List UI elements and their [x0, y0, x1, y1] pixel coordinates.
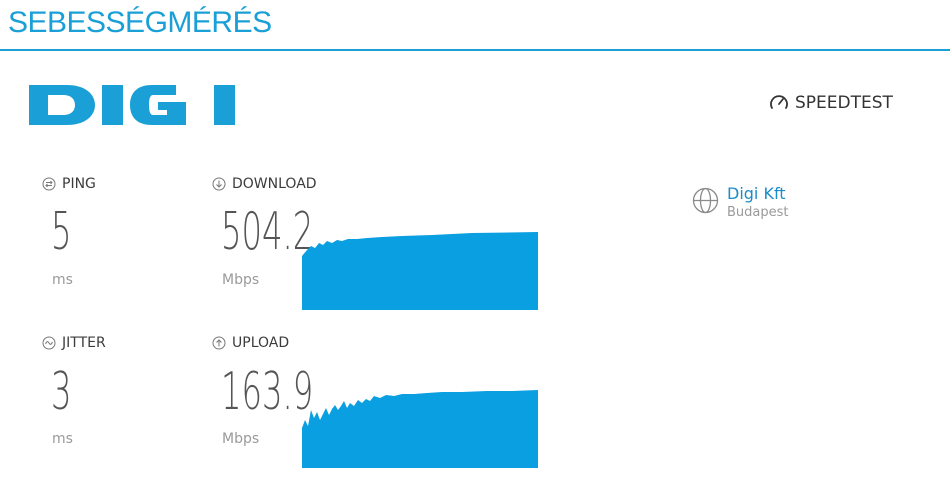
server-location: Budapest — [727, 205, 789, 220]
speedtest-brand: SPEEDTEST — [769, 93, 893, 113]
upload-arrow-icon — [212, 336, 226, 350]
jitter-label-group: JITTER — [42, 335, 106, 351]
download-label-group: DOWNLOAD — [212, 176, 317, 192]
download-graph — [302, 226, 538, 314]
upload-unit: Mbps — [222, 431, 260, 447]
title-divider — [0, 49, 950, 51]
ping-label-group: PING — [42, 176, 96, 192]
ping-value: 5 — [51, 202, 72, 262]
server-info[interactable]: Digi Kft Budapest — [692, 184, 789, 222]
digi-logo — [29, 85, 235, 129]
jitter-unit: ms — [52, 431, 73, 447]
upload-label-group: UPLOAD — [212, 335, 289, 351]
gauge-icon — [769, 93, 789, 113]
upload-value: 163.9 — [221, 362, 314, 422]
jitter-value: 3 — [51, 362, 72, 422]
upload-graph — [302, 384, 538, 472]
speedtest-label: SPEEDTEST — [795, 93, 893, 113]
upload-label: UPLOAD — [232, 335, 290, 351]
jitter-label: JITTER — [62, 335, 106, 351]
download-value: 504.2 — [221, 202, 314, 262]
jitter-icon — [42, 336, 56, 350]
ping-label: PING — [62, 176, 96, 192]
page-title: SEBESSÉGMÉRÉS — [8, 6, 272, 39]
globe-icon — [692, 187, 719, 214]
download-arrow-icon — [212, 177, 226, 191]
server-name[interactable]: Digi Kft — [727, 184, 789, 204]
ping-unit: ms — [52, 272, 73, 288]
download-label: DOWNLOAD — [232, 176, 317, 192]
ping-icon — [42, 177, 56, 191]
download-unit: Mbps — [222, 272, 260, 288]
